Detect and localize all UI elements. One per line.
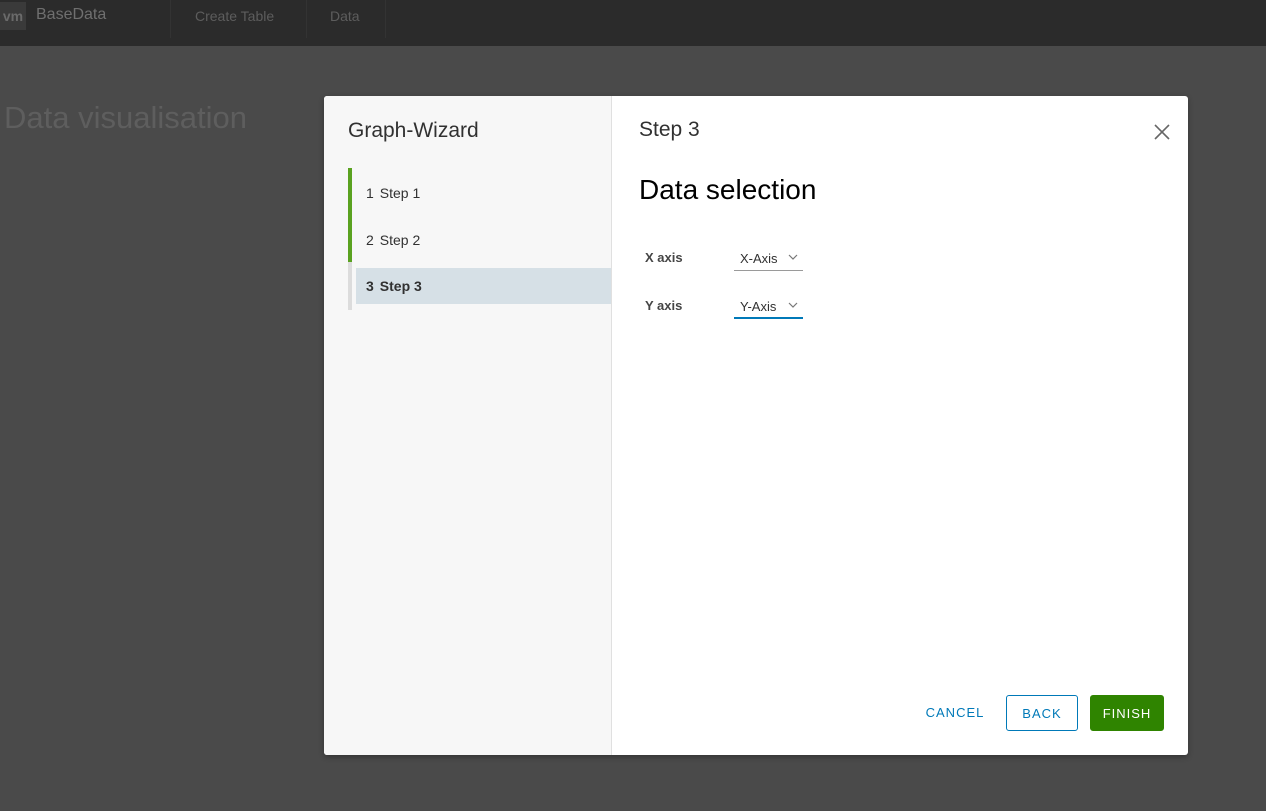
- nav-divider: [306, 0, 307, 38]
- logo-icon[interactable]: vm: [0, 2, 26, 30]
- y-axis-select[interactable]: Y-Axis: [734, 296, 803, 319]
- step-number: 1: [366, 185, 374, 201]
- step-label: Step 3: [379, 278, 422, 294]
- app-header: vm BaseData Create Table Data: [0, 0, 1266, 46]
- x-axis-label: X axis: [645, 250, 683, 265]
- step-label: Step 1: [379, 185, 421, 201]
- y-axis-label: Y axis: [645, 298, 683, 313]
- wizard-step-1[interactable]: 1 Step 1: [356, 175, 611, 211]
- wizard-step-nav: Graph-Wizard 1 Step 1 2 Step 2 3 Step 3: [324, 96, 612, 755]
- step-label: Step 2: [379, 232, 421, 248]
- chevron-down-icon: [788, 302, 798, 308]
- close-icon[interactable]: [1153, 123, 1171, 141]
- nav-item-data[interactable]: Data: [330, 8, 360, 24]
- step-number: 3: [366, 278, 374, 294]
- step-number: 2: [366, 232, 374, 248]
- finish-button[interactable]: FINISH: [1090, 695, 1164, 731]
- nav-divider: [385, 0, 386, 38]
- nav-item-create-table[interactable]: Create Table: [195, 8, 274, 24]
- wizard-title: Graph-Wizard: [348, 119, 479, 142]
- app-title[interactable]: BaseData: [36, 6, 106, 24]
- step-progress-rail: [348, 168, 352, 310]
- page-title: Data visualisation: [4, 100, 247, 135]
- cancel-button[interactable]: CANCEL: [920, 695, 990, 731]
- wizard-content: Step 3 Data selection X axis X-Axis Y ax…: [612, 96, 1188, 755]
- back-button[interactable]: BACK: [1006, 695, 1078, 731]
- step-header: Step 3: [639, 118, 700, 141]
- select-value: X-Axis: [740, 251, 778, 266]
- select-value: Y-Axis: [740, 299, 777, 314]
- section-title: Data selection: [639, 174, 817, 205]
- graph-wizard-modal: Graph-Wizard 1 Step 1 2 Step 2 3 Step 3 Ste…: [324, 96, 1188, 755]
- step-progress-completed: [348, 168, 352, 262]
- wizard-step-3[interactable]: 3 Step 3: [356, 268, 611, 304]
- chevron-down-icon: [788, 254, 798, 260]
- nav-divider: [170, 0, 171, 38]
- x-axis-select[interactable]: X-Axis: [734, 248, 803, 271]
- wizard-step-2[interactable]: 2 Step 2: [356, 222, 611, 258]
